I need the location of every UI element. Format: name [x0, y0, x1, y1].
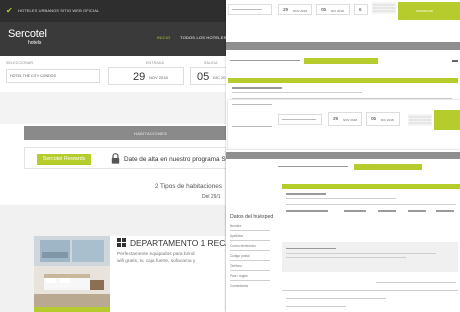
entrada-month: NOV 2018 [149, 75, 168, 80]
checkout-mini[interactable]: 05 DIC 2018 [316, 4, 350, 15]
room-desc-line-1: Perfectamente equipados para brind [117, 252, 195, 257]
modify-button-2[interactable] [434, 110, 460, 130]
room-card: DEPARTAMENTO 1 RECÁMAR Perfectamente equ… [34, 236, 232, 312]
hotel-label: SELECCIONAR [6, 61, 34, 65]
sidebar-item-5: País / región [230, 274, 248, 278]
hotel-badge-icon [372, 2, 396, 14]
rewards-badge[interactable]: Sercotel Rewards [37, 154, 91, 165]
rewards-banner: Sercotel Rewards Date de alta en nuestro… [24, 147, 232, 169]
brand-logo-sub: hotels [28, 40, 42, 46]
checkin-mini-day: 29 [283, 7, 289, 12]
guests-mini[interactable]: 6 [354, 4, 368, 15]
site-header: Sercotel hotels INICIO TODOS LOS HOTELES [0, 22, 232, 56]
select-room-button[interactable] [34, 307, 110, 312]
sidebar-item-2: Correo electrónico [230, 244, 257, 248]
hotel-badge-icon-2 [408, 114, 432, 126]
hotel-select-value: HOTEL THE CITY CONDOS [10, 74, 56, 78]
entrada-label: ENTRADA [146, 61, 165, 65]
modify-search-button[interactable]: MODIFICAR [398, 2, 460, 20]
checkin-mini-month: NOV 2018 [293, 9, 308, 13]
reservation-header-3 [282, 184, 460, 189]
topbar-tagline: HOTELES URBANOS SITIO WEB OFICIAL [18, 8, 100, 13]
checkin-mini-2-day: 29 [333, 116, 339, 121]
checkin-mini-2-month: NOV 2018 [343, 118, 358, 122]
rewards-text[interactable]: Date de alta en nuestro programa Se [124, 156, 229, 163]
checkout-mini-2-day: 05 [371, 116, 377, 121]
room-desc-line-2: wifi gratis, tv, caja fuerte, sofacama y [117, 259, 196, 264]
room-title: DEPARTAMENTO 1 RECÁMAR [130, 238, 232, 248]
lock-icon [111, 153, 120, 164]
sidebar-item-1: Apellidos [230, 234, 243, 238]
checkout-mini-2[interactable]: 05 DIC 2018 [366, 112, 400, 126]
grid-icon [117, 238, 126, 247]
guest-data-screen: Datos del huésped Nombre Apellidos Corre… [226, 150, 460, 312]
brand-logo[interactable]: Sercotel [8, 28, 47, 40]
add-services-button[interactable] [304, 58, 378, 64]
hotel-select-mini-2[interactable] [278, 114, 322, 125]
checkout-mini-2-month: DIC 2018 [381, 118, 394, 122]
entrada-date[interactable]: 29 NOV 2018 [108, 67, 184, 85]
hotel-select[interactable]: HOTEL THE CITY CONDOS [6, 69, 100, 83]
nav-inicio[interactable]: INICIO [157, 35, 170, 40]
sidebar-item-6: Comentarios [230, 284, 249, 288]
guest-sidebar: Datos del huésped Nombre Apellidos Corre… [230, 214, 276, 288]
room-photo[interactable] [34, 236, 110, 312]
booking-page: ✔ HOTELES URBANOS SITIO WEB OFICIAL Serc… [0, 0, 232, 312]
checkout-mini-day: 05 [321, 7, 327, 12]
guests-mini-value: 6 [359, 7, 362, 12]
add-services-button-3[interactable] [354, 164, 422, 170]
checkin-mini-2[interactable]: 29 NOV 2018 [328, 112, 362, 126]
hotel-select-mini[interactable] [228, 4, 272, 15]
habitaciones-tab[interactable]: HABITACIONES [24, 126, 232, 140]
sidebar-item-3: Código postal [230, 254, 250, 258]
steps-bar [226, 42, 460, 50]
room-description: Perfectamente equipados para brind wifi … [117, 251, 195, 265]
checkin-mini[interactable]: 29 NOV 2018 [278, 4, 312, 15]
sidebar-item-0: Nombre [230, 224, 242, 228]
room-types-count: 2 Tipos de habitaciones [154, 183, 222, 190]
top-bar: ✔ HOTELES URBANOS SITIO WEB OFICIAL [0, 0, 232, 22]
salida-day: 05 [197, 71, 210, 83]
search-bar: SELECCIONAR HOTEL THE CITY CONDOS ENTRAD… [0, 56, 232, 92]
screenshot-collage: ✔ HOTELES URBANOS SITIO WEB OFICIAL Serc… [0, 0, 460, 312]
check-icon: ✔ [6, 6, 13, 15]
steps-bar-3 [226, 152, 460, 159]
date-range: Del 29/1 [202, 194, 221, 200]
modify-search-label: MODIFICAR [416, 9, 433, 13]
reservation-header [228, 78, 458, 83]
habitaciones-label: HABITACIONES [134, 131, 168, 136]
salida-label: SALIDA [204, 61, 218, 65]
conditions-box [282, 242, 458, 272]
sidebar-item-4: Teléfono [230, 264, 243, 268]
nav-todos-hoteles[interactable]: TODOS LOS HOTELES [180, 35, 226, 40]
entrada-day: 29 [133, 71, 146, 83]
divider-strip [0, 92, 232, 124]
checkout-mini-month: DIC 2018 [331, 9, 344, 13]
guest-sidebar-heading: Datos del huésped [230, 214, 274, 220]
